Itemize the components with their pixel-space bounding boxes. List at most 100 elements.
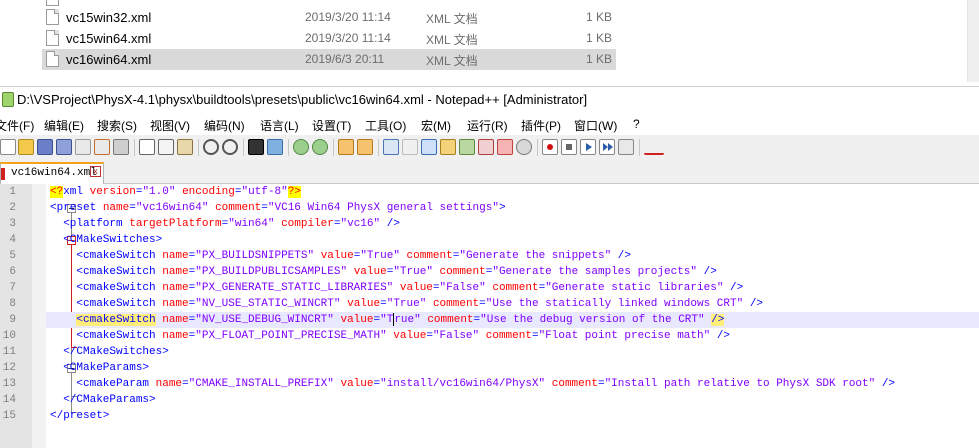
code-token: "False" [439,282,486,294]
function-list-icon[interactable] [478,139,494,155]
file-row-selected[interactable]: vc16win64.xml 2019/6/3 20:11 XML 文档 1 KB [42,49,616,70]
file-name: vc15win64.xml [66,31,152,46]
lang-icon[interactable] [440,139,456,155]
title-bar[interactable]: D:\VSProject\PhysX-4.1\physx\buildtools\… [0,87,979,113]
doc-map-icon[interactable] [459,139,475,155]
code-token: <cmakeSwitch [76,250,163,262]
code-editor[interactable]: 1 2 3 4 5 6 7 8 9 10 11 12 13 14 15 <?xml version="1.0… [0,184,979,448]
play-macro-icon[interactable] [580,139,596,155]
code-token: name [102,202,130,214]
code-token: /> [697,266,717,278]
stop-macro-icon[interactable] [561,139,577,155]
print-icon[interactable] [113,139,129,155]
menu-edit[interactable]: 编辑(E) [44,117,84,134]
code-token: targetPlatform [129,218,222,230]
toolbar-separator [378,139,379,156]
folder-workspace-icon[interactable] [497,139,513,155]
code-token: value [393,330,427,342]
paste-icon[interactable] [177,139,193,155]
sync-h-icon[interactable] [357,139,373,155]
code-token: "Use the statically linked windows CRT" [485,298,744,310]
file-row[interactable]: vc15win32.xml 2019/3/20 11:14 XML 文档 1 K… [42,7,616,28]
code-line[interactable]: <CMakeParams> [50,360,149,376]
code-line[interactable]: <platform targetPlatform = "win64" compile… [50,216,400,232]
code-line[interactable]: <cmakeSwitch name = "PX_GENERATE_STATIC_LI… [50,280,743,296]
open-file-icon[interactable] [18,139,34,155]
code-line[interactable]: </preset> [50,408,109,424]
menu-settings[interactable]: 设置(T) [312,117,351,134]
code-token: = [531,330,539,342]
new-file-icon[interactable] [0,139,16,155]
menu-file[interactable]: 文件(F) [0,117,34,134]
close-all-icon[interactable] [94,139,110,155]
code-line[interactable]: <cmakeSwitch name="NV_USE_DEBUG_WINCRT" … [50,312,725,328]
code-token: comment [406,250,453,262]
monitor-icon[interactable] [516,139,532,155]
menu-tools[interactable]: 工具(O) [365,117,406,134]
code-line[interactable]: <?xml version="1.0" encoding="utf-8"?> [50,184,301,200]
code-token: name [162,314,189,326]
code-line[interactable]: <cmakeSwitch name = "NV_USE_STATIC_WINCRT"… [50,296,763,312]
code-token: xml [63,186,90,198]
explorer-scrollbar[interactable] [967,0,979,82]
file-row[interactable]: vc15win64.xml 2019/3/20 11:14 XML 文档 1 K… [42,28,616,49]
save-all-icon[interactable] [56,139,72,155]
menu-encoding[interactable]: 编码(N) [204,117,245,134]
redo-icon[interactable] [222,139,238,155]
run-macro-multiple-icon[interactable] [599,139,615,155]
undo-icon[interactable] [203,139,219,155]
menu-view[interactable]: 视图(V) [150,117,190,134]
menu-macro[interactable]: 宏(M) [421,117,451,134]
save-macro-icon[interactable] [618,139,634,155]
spellcheck-icon[interactable] [644,139,664,155]
toolbar-separator [243,139,244,156]
copy-icon[interactable] [158,139,174,155]
zoom-out-icon[interactable] [312,139,328,155]
code-token: "Use the debug version of the CRT" [480,314,705,326]
code-line[interactable]: </CMakeSwitches> [50,344,169,360]
code-line[interactable]: <cmakeSwitch name = "PX_FLOAT_POINT_PRECIS… [50,328,730,344]
menu-plugins[interactable]: 插件(P) [521,117,561,134]
menu-help[interactable]: ? [633,117,640,131]
all-chars-icon[interactable] [402,139,418,155]
find-icon[interactable] [248,139,264,155]
line-number: 7 [9,282,16,294]
save-icon[interactable] [37,139,53,155]
menu-search[interactable]: 搜索(S) [97,117,137,134]
code-token: <cmakeParam [76,378,156,390]
code-line[interactable]: </CMakeParams> [50,392,155,408]
code-token: "vc16win64" [135,202,209,214]
record-macro-icon[interactable] [542,139,558,155]
cut-icon[interactable] [139,139,155,155]
code-token: name [162,250,189,262]
code-line[interactable]: <preset name="vc16win64" comment="VC16 W… [50,200,506,216]
code-line[interactable]: <cmakeParam name="CMAKE_INSTALL_PREFIX" … [50,376,895,392]
wrap-icon[interactable] [383,139,399,155]
line-number: 10 [2,330,16,342]
sync-v-icon[interactable] [338,139,354,155]
tab-close-icon[interactable]: x [90,166,101,177]
menu-run[interactable]: 运行(R) [467,117,508,134]
file-name: vc16win64.xml [66,52,152,67]
code-token: = [333,218,341,230]
toolbar-separator [198,139,199,156]
code-line[interactable]: <CMakeSwitches> [50,232,162,248]
indent-guide-icon[interactable] [421,139,437,155]
code-line[interactable]: <cmakeSwitch name="PX_BUILDSNIPPETS" val… [50,248,631,264]
menu-window[interactable]: 窗口(W) [574,117,617,134]
close-icon[interactable] [75,139,91,155]
replace-icon[interactable] [267,139,283,155]
zoom-in-icon[interactable] [293,139,309,155]
code-token: = [479,298,486,310]
code-token: version [89,186,136,198]
menu-language[interactable]: 语言(L) [260,117,299,134]
code-token: <? [50,186,64,198]
tab-vc16win64-xml[interactable]: vc16win64.xml x [0,162,104,184]
code-line[interactable]: <cmakeSwitch name="PX_BUILDPUBLICSAMPLES… [50,264,717,280]
code-token: <cmakeSwitch [76,266,163,278]
tab-label: vc16win64.xml [11,167,97,179]
